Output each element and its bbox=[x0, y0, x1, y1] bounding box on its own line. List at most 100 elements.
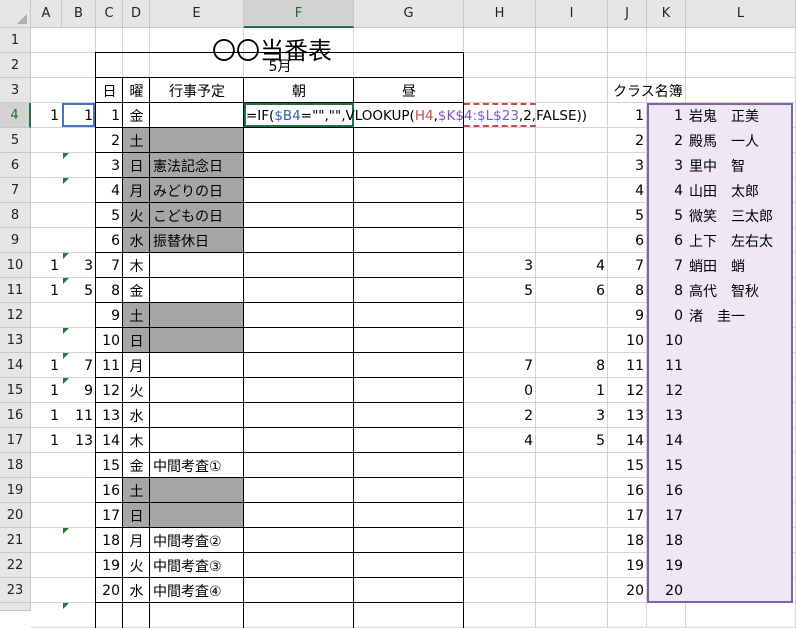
column-header-d[interactable]: D bbox=[123, 0, 150, 28]
cell-h[interactable]: 7 bbox=[464, 353, 536, 378]
cell-b[interactable]: 13 bbox=[62, 428, 96, 453]
row-header-8[interactable]: 8 bbox=[0, 203, 31, 228]
cell-k[interactable]: 11 bbox=[647, 353, 686, 378]
row-header-partial[interactable] bbox=[0, 603, 31, 611]
column-header-l[interactable]: L bbox=[686, 0, 796, 28]
cell-j[interactable]: 13 bbox=[608, 403, 647, 428]
cell-k[interactable]: 19 bbox=[647, 553, 686, 578]
row-header-17[interactable]: 17 bbox=[0, 428, 31, 453]
name-cell[interactable]: 里中 智 bbox=[686, 153, 796, 178]
day-cell[interactable]: 8 bbox=[96, 278, 123, 303]
day-cell[interactable]: 2 bbox=[96, 128, 123, 153]
weekday-cell[interactable]: 火 bbox=[123, 553, 150, 578]
day-cell[interactable]: 15 bbox=[96, 453, 123, 478]
cell-j[interactable]: 8 bbox=[608, 278, 647, 303]
cell-j[interactable]: 14 bbox=[608, 428, 647, 453]
row-header-4[interactable]: 4 bbox=[0, 103, 31, 128]
cell-j[interactable]: 1 bbox=[608, 103, 647, 128]
event-cell[interactable]: 中間考査③ bbox=[150, 553, 244, 578]
cell-i[interactable]: 1 bbox=[536, 378, 608, 403]
cell-k[interactable]: 10 bbox=[647, 328, 686, 353]
weekday-cell[interactable]: 火 bbox=[123, 378, 150, 403]
cell-k[interactable]: 8 bbox=[647, 278, 686, 303]
cell-k[interactable]: 18 bbox=[647, 528, 686, 553]
cell-k[interactable]: 20 bbox=[647, 578, 686, 603]
row-header-6[interactable]: 6 bbox=[0, 153, 31, 178]
cell-j[interactable]: 19 bbox=[608, 553, 647, 578]
event-cell[interactable]: 中間考査① bbox=[150, 453, 244, 478]
cell-j[interactable]: 5 bbox=[608, 203, 647, 228]
row-header-2[interactable]: 2 bbox=[0, 53, 31, 78]
cell-h[interactable]: 2 bbox=[464, 403, 536, 428]
cell-k[interactable]: 16 bbox=[647, 478, 686, 503]
cell-k[interactable]: 17 bbox=[647, 503, 686, 528]
cell-j[interactable]: 10 bbox=[608, 328, 647, 353]
cell-k[interactable]: 3 bbox=[647, 153, 686, 178]
row-header-20[interactable]: 20 bbox=[0, 503, 31, 528]
cell-a[interactable]: 1 bbox=[31, 103, 62, 128]
cell-k[interactable]: 14 bbox=[647, 428, 686, 453]
weekday-cell[interactable]: 金 bbox=[123, 278, 150, 303]
cell-j[interactable]: 20 bbox=[608, 578, 647, 603]
cell-j[interactable]: 12 bbox=[608, 378, 647, 403]
cell-a[interactable]: 1 bbox=[31, 278, 62, 303]
column-header-k[interactable]: K bbox=[647, 0, 686, 28]
select-all-corner[interactable] bbox=[0, 0, 31, 28]
cell-j[interactable]: 3 bbox=[608, 153, 647, 178]
day-cell[interactable]: 9 bbox=[96, 303, 123, 328]
day-cell[interactable]: 10 bbox=[96, 328, 123, 353]
weekday-cell[interactable]: 水 bbox=[123, 578, 150, 603]
event-cell[interactable]: 中間考査④ bbox=[150, 578, 244, 603]
day-cell[interactable]: 6 bbox=[96, 228, 123, 253]
column-header-e[interactable]: E bbox=[150, 0, 244, 28]
cell-a[interactable]: 1 bbox=[31, 378, 62, 403]
name-cell[interactable]: 岩鬼 正美 bbox=[686, 103, 796, 128]
cell-k[interactable]: 13 bbox=[647, 403, 686, 428]
weekday-cell[interactable]: 日 bbox=[123, 503, 150, 528]
cell-k[interactable]: 2 bbox=[647, 128, 686, 153]
row-header-9[interactable]: 9 bbox=[0, 228, 31, 253]
weekday-cell[interactable]: 土 bbox=[123, 303, 150, 328]
day-cell[interactable]: 4 bbox=[96, 178, 123, 203]
day-cell[interactable]: 3 bbox=[96, 153, 123, 178]
row-header-11[interactable]: 11 bbox=[0, 278, 31, 303]
cell-h[interactable]: 5 bbox=[464, 278, 536, 303]
row-header-14[interactable]: 14 bbox=[0, 353, 31, 378]
row-header-13[interactable]: 13 bbox=[0, 328, 31, 353]
column-header-b[interactable]: B bbox=[62, 0, 96, 28]
cell-a[interactable]: 1 bbox=[31, 428, 62, 453]
cell-j[interactable]: 18 bbox=[608, 528, 647, 553]
cell-j[interactable]: 11 bbox=[608, 353, 647, 378]
weekday-cell[interactable]: 土 bbox=[123, 128, 150, 153]
event-cell[interactable]: こどもの日 bbox=[150, 203, 244, 228]
row-header-12[interactable]: 12 bbox=[0, 303, 31, 328]
weekday-cell[interactable]: 火 bbox=[123, 203, 150, 228]
cell-a[interactable]: 1 bbox=[31, 403, 62, 428]
row-header-1[interactable]: 1 bbox=[0, 28, 31, 53]
row-header-19[interactable]: 19 bbox=[0, 478, 31, 503]
event-cell[interactable]: 振替休日 bbox=[150, 228, 244, 253]
row-header-10[interactable]: 10 bbox=[0, 253, 31, 278]
column-header-h[interactable]: H bbox=[464, 0, 536, 28]
cell-i[interactable]: 3 bbox=[536, 403, 608, 428]
column-header-i[interactable]: I bbox=[536, 0, 608, 28]
day-cell[interactable]: 14 bbox=[96, 428, 123, 453]
cell-j[interactable]: 7 bbox=[608, 253, 647, 278]
cell-i[interactable]: 4 bbox=[536, 253, 608, 278]
column-header-a[interactable]: A bbox=[31, 0, 62, 28]
name-cell[interactable]: 微笑 三太郎 bbox=[686, 203, 796, 228]
day-cell[interactable]: 16 bbox=[96, 478, 123, 503]
day-cell[interactable]: 18 bbox=[96, 528, 123, 553]
weekday-cell[interactable]: 月 bbox=[123, 178, 150, 203]
cell-i[interactable]: 8 bbox=[536, 353, 608, 378]
weekday-cell[interactable]: 木 bbox=[123, 253, 150, 278]
weekday-cell[interactable]: 水 bbox=[123, 403, 150, 428]
row-header-5[interactable]: 5 bbox=[0, 128, 31, 153]
row-header-18[interactable]: 18 bbox=[0, 453, 31, 478]
cell-j[interactable]: 16 bbox=[608, 478, 647, 503]
cell-h[interactable]: 3 bbox=[464, 253, 536, 278]
row-header-7[interactable]: 7 bbox=[0, 178, 31, 203]
cell-a[interactable]: 1 bbox=[31, 253, 62, 278]
day-cell[interactable]: 5 bbox=[96, 203, 123, 228]
row-header-15[interactable]: 15 bbox=[0, 378, 31, 403]
